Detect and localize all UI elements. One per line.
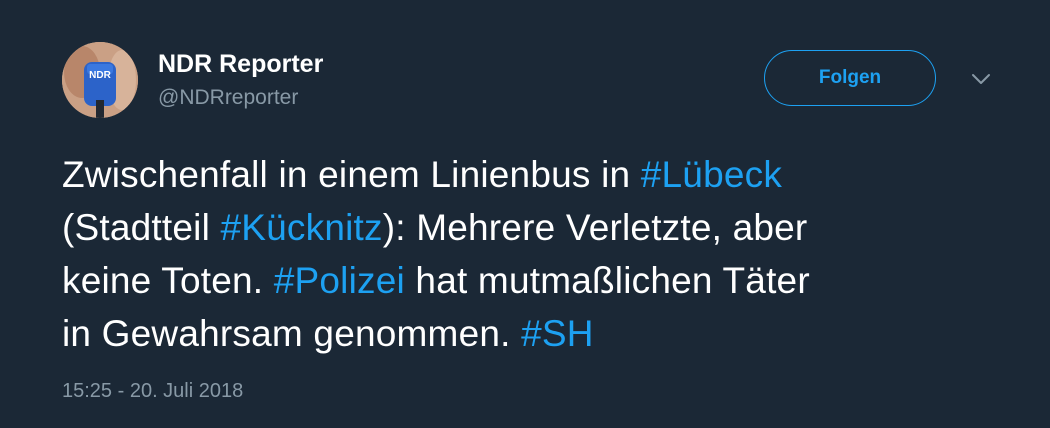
hashtag-sh[interactable]: #SH [521, 313, 594, 354]
tweet-text-segment: in Gewahrsam genommen. [62, 313, 522, 354]
avatar-logo-text: NDR [89, 70, 111, 81]
tweet-line-3: keine Toten. #Polizei hat mutmaßlichen T… [62, 254, 1002, 307]
hashtag-kuecknitz[interactable]: #Kücknitz [221, 207, 383, 248]
hashtag-polizei[interactable]: #Polizei [274, 260, 405, 301]
tweet-text-segment: Zwischenfall in einem Linienbus in [62, 154, 641, 195]
tweet-text-segment: (Stadtteil [62, 207, 221, 248]
tweet-text-segment: ): Mehrere Verletzte, aber [382, 207, 808, 248]
user-handle[interactable]: @NDRreporter [158, 86, 298, 110]
hashtag-luebeck[interactable]: #Lübeck [641, 154, 782, 195]
tweet-line-2: (Stadtteil #Kücknitz): Mehrere Verletzte… [62, 201, 1002, 254]
display-name[interactable]: NDR Reporter [158, 50, 323, 79]
avatar[interactable]: NDR [62, 42, 138, 118]
tweet-card: NDR NDR Reporter @NDRreporter Folgen Zwi… [0, 0, 1050, 428]
tweet-text-segment: keine Toten. [62, 260, 274, 301]
tweet-line-4: in Gewahrsam genommen. #SH [62, 307, 1002, 360]
tweet-timestamp[interactable]: 15:25 - 20. Juli 2018 [62, 380, 243, 403]
follow-button[interactable]: Folgen [764, 50, 936, 106]
tweet-text-segment: hat mutmaßlichen Täter [404, 260, 810, 301]
tweet-text: Zwischenfall in einem Linienbus in #Lübe… [62, 148, 1002, 360]
chevron-down-icon[interactable] [968, 68, 994, 88]
microphone-avatar-image: NDR [62, 42, 138, 118]
tweet-line-1: Zwischenfall in einem Linienbus in #Lübe… [62, 148, 1002, 201]
